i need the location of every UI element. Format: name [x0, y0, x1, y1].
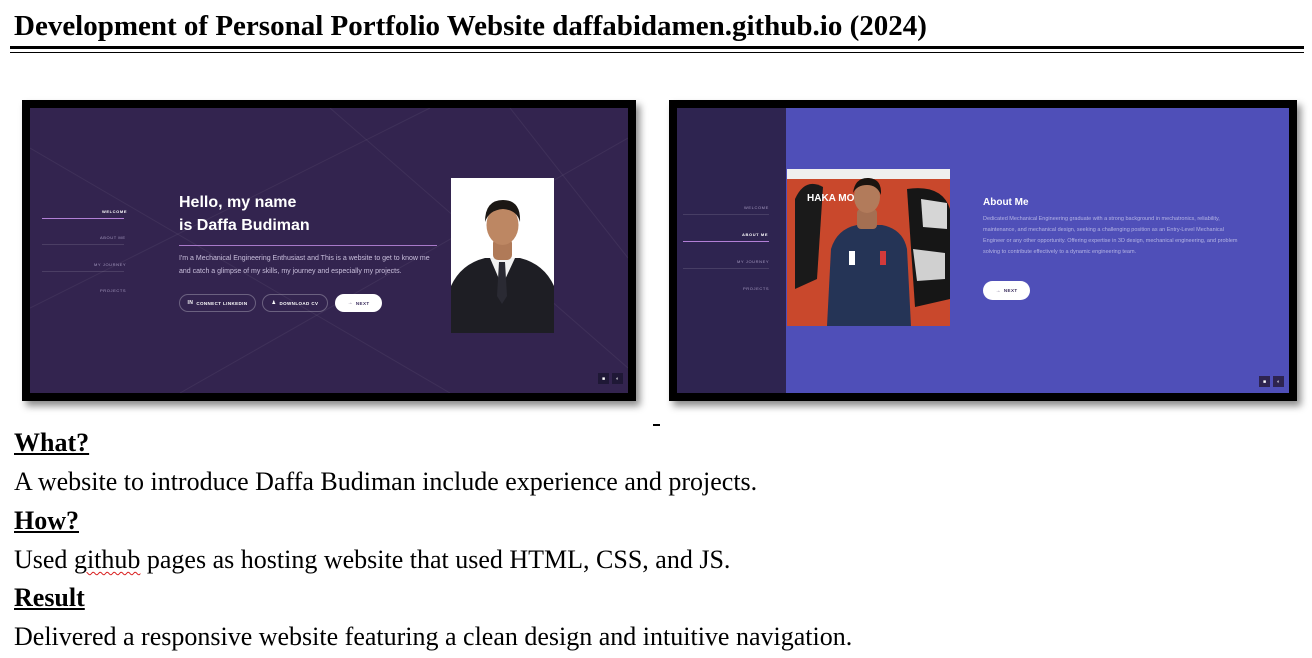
- nav-divider: [683, 268, 769, 269]
- hero-intro-text: I'm a Mechanical Engineering Enthusiast …: [179, 255, 430, 275]
- nav-about-me[interactable]: ABOUT ME: [100, 235, 126, 240]
- document-title: Development of Personal Portfolio Websit…: [14, 10, 927, 42]
- side-nav-panel: WELCOME ABOUT ME MY JOURNEY PROJECTS: [677, 108, 786, 393]
- about-text: Dedicated Mechanical Engineering graduat…: [983, 216, 1238, 255]
- user-icon: ♟: [271, 300, 277, 306]
- arrow-right-icon: →: [995, 287, 1001, 294]
- nav-active-indicator: [42, 218, 124, 219]
- linkedin-icon: in: [187, 300, 194, 306]
- title-rule-thick: [10, 46, 1304, 49]
- nav-divider: [42, 271, 124, 272]
- profile-photo: [451, 178, 554, 333]
- how-text-start: Used: [14, 545, 74, 574]
- arrow-right-icon: →: [347, 300, 353, 306]
- screenshot-home: WELCOME ABOUT ME MY JOURNEY PROJECTS Hel…: [30, 108, 628, 393]
- about-heading: About Me: [983, 197, 1029, 208]
- screenshot-home-frame: WELCOME ABOUT ME MY JOURNEY PROJECTS Hel…: [22, 100, 636, 401]
- next-label: NEXT: [1003, 288, 1018, 293]
- how-text-end: pages as hosting website that used HTML,…: [140, 545, 731, 574]
- download-cv-button[interactable]: ♟ DOWNLOAD CV: [262, 294, 328, 312]
- hero-heading-line1: Hello, my name: [179, 194, 297, 211]
- nav-welcome[interactable]: WELCOME: [102, 209, 127, 214]
- hero-heading: Hello, my name is Daffa Budiman: [179, 191, 310, 237]
- what-heading: What?: [14, 428, 90, 457]
- portrait-illustration: [451, 178, 554, 333]
- screenshot-about-frame: WELCOME ABOUT ME MY JOURNEY PROJECTS HAK…: [669, 100, 1297, 401]
- spellcheck-word: github: [73, 545, 141, 574]
- nav-projects[interactable]: PROJECTS: [100, 288, 126, 293]
- title-rule-thin: [10, 52, 1304, 53]
- nav-divider: [683, 214, 769, 215]
- nav-divider: [42, 244, 124, 245]
- next-button[interactable]: → NEXT: [335, 294, 382, 312]
- nav-my-journey[interactable]: MY JOURNEY: [94, 262, 126, 267]
- result-text: Delivered a responsive website featuring…: [14, 622, 853, 651]
- about-photo: HAKA MOTO: [787, 169, 950, 326]
- theme-toggle-icon[interactable]: ◐: [612, 373, 623, 384]
- nav-active-indicator: [683, 241, 769, 242]
- screenshot-about: WELCOME ABOUT ME MY JOURNEY PROJECTS HAK…: [677, 108, 1289, 393]
- nav-projects[interactable]: PROJECTS: [743, 286, 769, 291]
- how-text: Used github pages as hosting website tha…: [14, 545, 730, 575]
- nav-about-me[interactable]: ABOUT ME: [742, 232, 768, 237]
- stray-dash: [653, 424, 660, 426]
- next-button[interactable]: → NEXT: [983, 281, 1030, 300]
- connect-linkedin-button[interactable]: in CONNECT LINKEDIN: [179, 294, 256, 312]
- photo-illustration: HAKA MOTO: [787, 169, 950, 326]
- next-label: NEXT: [355, 300, 370, 306]
- nav-my-journey[interactable]: MY JOURNEY: [737, 259, 769, 264]
- download-cv-label: DOWNLOAD CV: [279, 300, 319, 306]
- theme-toggle-icon[interactable]: ◐: [1273, 376, 1284, 387]
- result-heading: Result: [14, 583, 85, 612]
- grid-icon[interactable]: ■: [598, 373, 609, 384]
- how-heading: How?: [14, 506, 79, 535]
- grid-icon[interactable]: ■: [1259, 376, 1270, 387]
- connect-linkedin-label: CONNECT LINKEDIN: [196, 300, 248, 306]
- nav-welcome[interactable]: WELCOME: [744, 205, 769, 210]
- hero-heading-line2: is Daffa Budiman: [179, 217, 310, 234]
- what-text: A website to introduce Daffa Budiman inc…: [14, 467, 758, 496]
- hero-divider: [179, 245, 437, 246]
